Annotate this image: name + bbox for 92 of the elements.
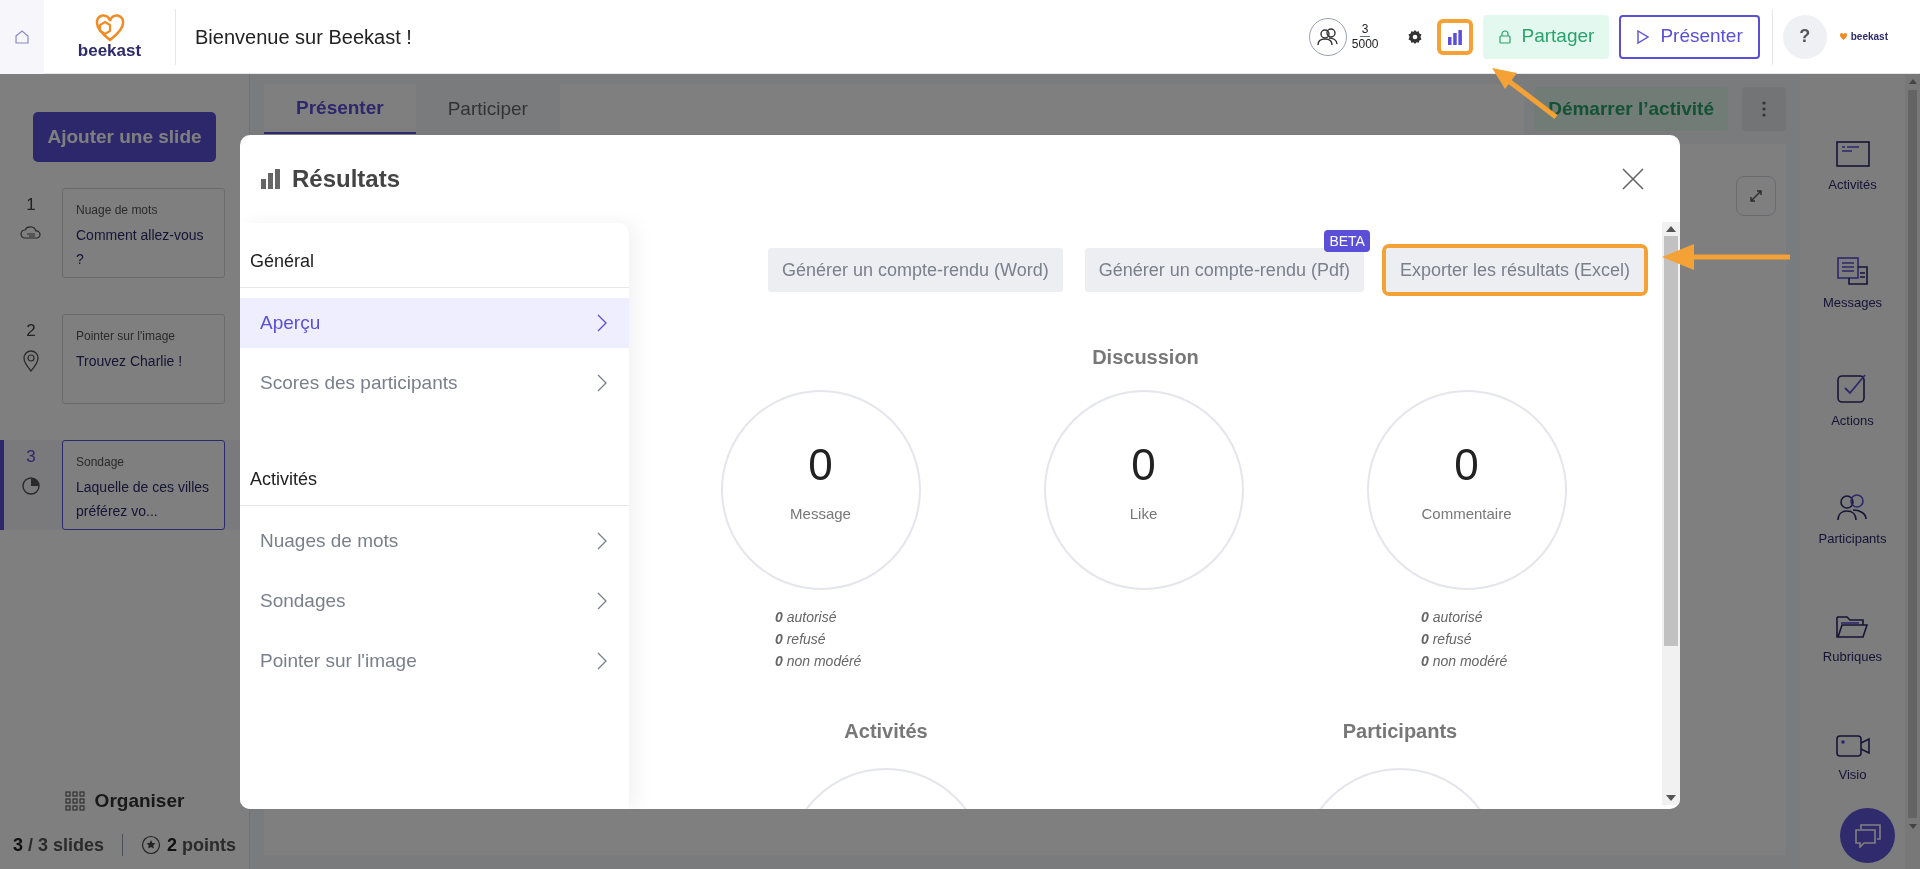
section-heading: Discussion [1091,345,1200,370]
slide-title: Comment allez-vous ? [76,226,205,269]
stat-label: Commentaire [1421,503,1512,524]
scrollbar[interactable] [1662,222,1680,805]
play-icon [1636,28,1651,45]
documents-icon [1836,256,1869,285]
stat-label: Like [1129,503,1158,524]
people-icon [1836,492,1869,521]
slide-total: / 3 slides [27,833,104,857]
section-heading: Activités [844,719,928,744]
home-button[interactable] [0,0,44,74]
export-button[interactable]: Générer un compte-rendu (Word) [768,248,1063,292]
slide-card[interactable]: Nuage de mots Comment allez-vous ? [62,188,225,278]
expand-icon [1748,188,1764,204]
scrollbar[interactable] [1905,74,1920,869]
moderation-count: 0 refusé [775,630,826,649]
results-button[interactable] [1436,18,1473,55]
sidebar-tool-button[interactable]: Participants [1818,466,1887,548]
brand-text: beekast [1850,30,1888,44]
slide-number: 1 [26,194,36,216]
dialog-title: Résultats [292,164,402,194]
slide-title: Trouvez Charlie ! [76,352,184,371]
bar-chart-icon [260,168,282,190]
window-icon [1835,140,1870,167]
nav-item[interactable]: Sondages [240,576,629,626]
logo-icon [94,14,125,42]
beta-badge: BETA [1324,230,1370,252]
points-label: points [182,833,237,857]
export-button[interactable]: Exporter les résultats (Excel) [1385,248,1644,292]
slide-number: 3 [26,446,36,468]
moderation-count: 0 autorisé [1421,608,1483,627]
participant-count: 3 [1359,22,1371,37]
sidebar-tool-button[interactable]: Actions [1831,348,1874,430]
nav-section-heading: Activités [240,446,629,506]
slide-card[interactable]: Sondage Laquelle de ces villes préférez vo... [62,440,225,530]
slide-type: Pointer sur l'image [76,328,176,345]
section-heading: Participants [1342,719,1458,744]
moderation-count: 0 refusé [1421,630,1472,649]
slide-card[interactable]: Pointer sur l'image Trouvez Charlie ! [62,314,225,404]
people-icon [1315,26,1340,47]
map-pin-icon [22,349,40,372]
bar-chart-icon [1446,28,1463,45]
page-title: Bienvenue sur Beekast ! [195,24,413,50]
share-button[interactable]: Partager [1482,14,1610,59]
chevron-right-icon [597,592,607,610]
cloud-icon [20,223,42,240]
slide-number: 2 [26,320,36,342]
logo-icon [1838,32,1848,41]
sidebar-tool-button[interactable]: Messages [1822,230,1883,312]
pie-chart-icon [21,475,41,496]
slide-type: Nuage de mots [76,202,159,219]
stat-value: 0 [1454,442,1479,487]
slide-type: Sondage [76,454,126,471]
present-button[interactable]: Présenter [1619,14,1760,59]
settings-icon[interactable] [1406,28,1423,45]
moderation-count: 0 non modéré [775,652,862,671]
organise-button[interactable]: Organiser [0,786,249,815]
home-icon [14,28,30,45]
close-icon [1622,168,1644,190]
moderation-count: 0 non modéré [1421,652,1508,671]
chevron-right-icon [597,374,607,392]
sidebar-tool-button[interactable]: Rubriques [1822,584,1883,666]
stat-label: Message [790,503,851,524]
lock-icon [1497,29,1512,44]
participant-limit: 5000 [1351,37,1379,51]
chat-icon [1854,823,1881,848]
slide-title: Laquelle de ces villes préférez vo... [76,478,211,521]
nav-item[interactable]: Pointer sur l'image [240,636,629,686]
stage-tab[interactable]: Présenter [264,84,416,134]
chevron-right-icon [597,532,607,550]
grid-icon [64,790,85,811]
stat-value: 0 [1131,442,1156,487]
chevron-right-icon [597,314,607,332]
moderation-count: 0 autorisé [775,608,837,627]
slide-count: 3 [12,833,23,857]
video-camera-icon [1835,734,1870,757]
logo-text: beekast [77,42,142,59]
help-button[interactable]: ? [1782,14,1827,59]
sidebar-tool-button[interactable]: Visio [1835,702,1870,784]
stage-tab[interactable]: Participer [415,84,560,134]
fullscreen-button[interactable] [1736,176,1776,216]
nav-section-heading: Général [240,228,629,288]
kebab-icon [1762,101,1766,117]
add-slide-button[interactable]: Ajouter une slide [33,112,216,162]
nav-item[interactable]: Aperçu [240,298,629,348]
checkbox-icon [1837,372,1868,403]
export-button[interactable]: Générer un compte-rendu (Pdf) [1084,248,1364,292]
points-value: 2 [167,833,178,857]
folder-icon [1836,614,1869,639]
chevron-right-icon [597,652,607,670]
stat-value: 0 [808,442,833,487]
sidebar-tool-button[interactable]: Activités [1828,112,1877,194]
